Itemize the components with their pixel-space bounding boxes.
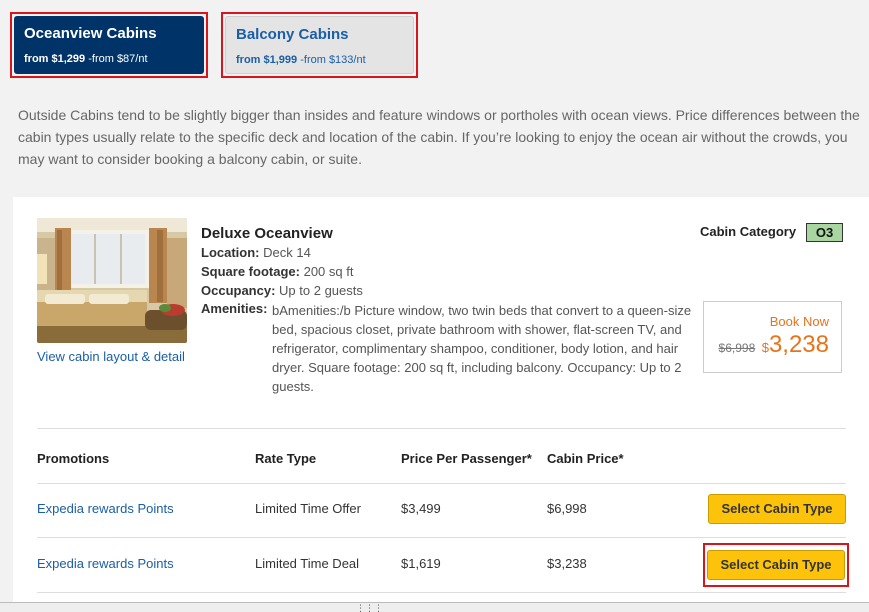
- tab-price: from $1,999 -from $133/nt: [236, 54, 403, 67]
- cabin-category-label: Cabin Category: [700, 224, 797, 239]
- select-cabin-type-button[interactable]: Select Cabin Type: [707, 550, 845, 580]
- currency-symbol: $: [761, 340, 769, 355]
- intro-text: Outside Cabins tend to be slightly bigge…: [18, 107, 860, 167]
- cabin-category-badge: O3: [806, 223, 843, 242]
- header-price-per-passenger: Price Per Passenger*: [401, 451, 532, 466]
- occupancy-label: Occupancy:: [201, 283, 276, 298]
- price-row: $6,998 $3,238: [704, 331, 829, 359]
- header-rate-type: Rate Type: [255, 451, 317, 466]
- tab-from-price: from $1,999: [236, 54, 298, 66]
- book-now-label: Book Now: [769, 314, 829, 329]
- highlight-box-balcony: Balcony Cabins from $1,999 -from $133/nt: [221, 12, 418, 78]
- view-cabin-layout-link[interactable]: View cabin layout & detail: [37, 349, 185, 364]
- location-label: Location:: [201, 245, 260, 260]
- divider: [37, 483, 846, 484]
- price-per-passenger: $3,499: [401, 501, 441, 516]
- promotion-link[interactable]: Expedia rewards Points: [37, 556, 174, 571]
- location-value: Deck 14: [263, 245, 311, 260]
- cabin-photo[interactable]: [37, 218, 187, 343]
- cabin-location: Location: Deck 14: [201, 243, 311, 262]
- tab-oceanview-cabins[interactable]: Oceanview Cabins from $1,299 -from $87/n…: [14, 16, 204, 74]
- sqft-label: Square footage:: [201, 264, 300, 279]
- rate-type: Limited Time Offer: [255, 501, 361, 516]
- cabin-price: $6,998: [547, 501, 587, 516]
- highlight-box-oceanview: Oceanview Cabins from $1,299 -from $87/n…: [10, 12, 208, 78]
- amenities-text: bAmenities:/b Picture window, two twin b…: [272, 303, 692, 394]
- tab-title: Oceanview Cabins: [24, 25, 157, 42]
- cruise-cabins-page: Oceanview Cabins from $1,299 -from $87/n…: [0, 0, 869, 612]
- tab-per-night: -from $87/nt: [88, 53, 148, 65]
- occupancy-value: Up to 2 guests: [279, 283, 363, 298]
- tab-balcony-cabins[interactable]: Balcony Cabins from $1,999 -from $133/nt: [225, 16, 414, 74]
- divider: [37, 537, 846, 538]
- cabin-occupancy: Occupancy: Up to 2 guests: [201, 281, 363, 300]
- highlight-box-select-button: Select Cabin Type: [703, 543, 849, 587]
- cabin-card: View cabin layout & detail Deluxe Oceanv…: [13, 197, 869, 612]
- amenities-label: Amenities:: [201, 301, 268, 316]
- header-cabin-price: Cabin Price*: [547, 451, 624, 466]
- cabin-name: Deluxe Oceanview: [201, 225, 333, 242]
- select-cabin-type-button[interactable]: Select Cabin Type: [708, 494, 846, 524]
- sale-price: 3,238: [768, 331, 829, 358]
- price-per-passenger: $1,619: [401, 556, 441, 571]
- rate-type: Limited Time Deal: [255, 556, 360, 571]
- sqft-value: 200 sq ft: [303, 264, 354, 279]
- book-now-box[interactable]: Book Now $6,998 $3,238: [703, 301, 842, 373]
- original-price: $6,998: [718, 341, 756, 355]
- tab-per-night: -from $133/nt: [300, 54, 366, 66]
- tab-price: from $1,299 -from $87/nt: [24, 53, 194, 66]
- divider: [37, 428, 846, 429]
- horizontal-scrollbar[interactable]: [0, 602, 869, 612]
- tab-title: Balcony Cabins: [236, 26, 349, 43]
- promotion-link[interactable]: Expedia rewards Points: [37, 501, 174, 516]
- divider: [37, 592, 846, 593]
- grip-handle-icon[interactable]: ⋮⋮⋮: [356, 603, 383, 612]
- cabin-price: $3,238: [547, 556, 587, 571]
- tab-from-price: from $1,299: [24, 53, 86, 65]
- cabin-square-footage: Square footage: 200 sq ft: [201, 262, 353, 281]
- header-promotions: Promotions: [37, 451, 110, 466]
